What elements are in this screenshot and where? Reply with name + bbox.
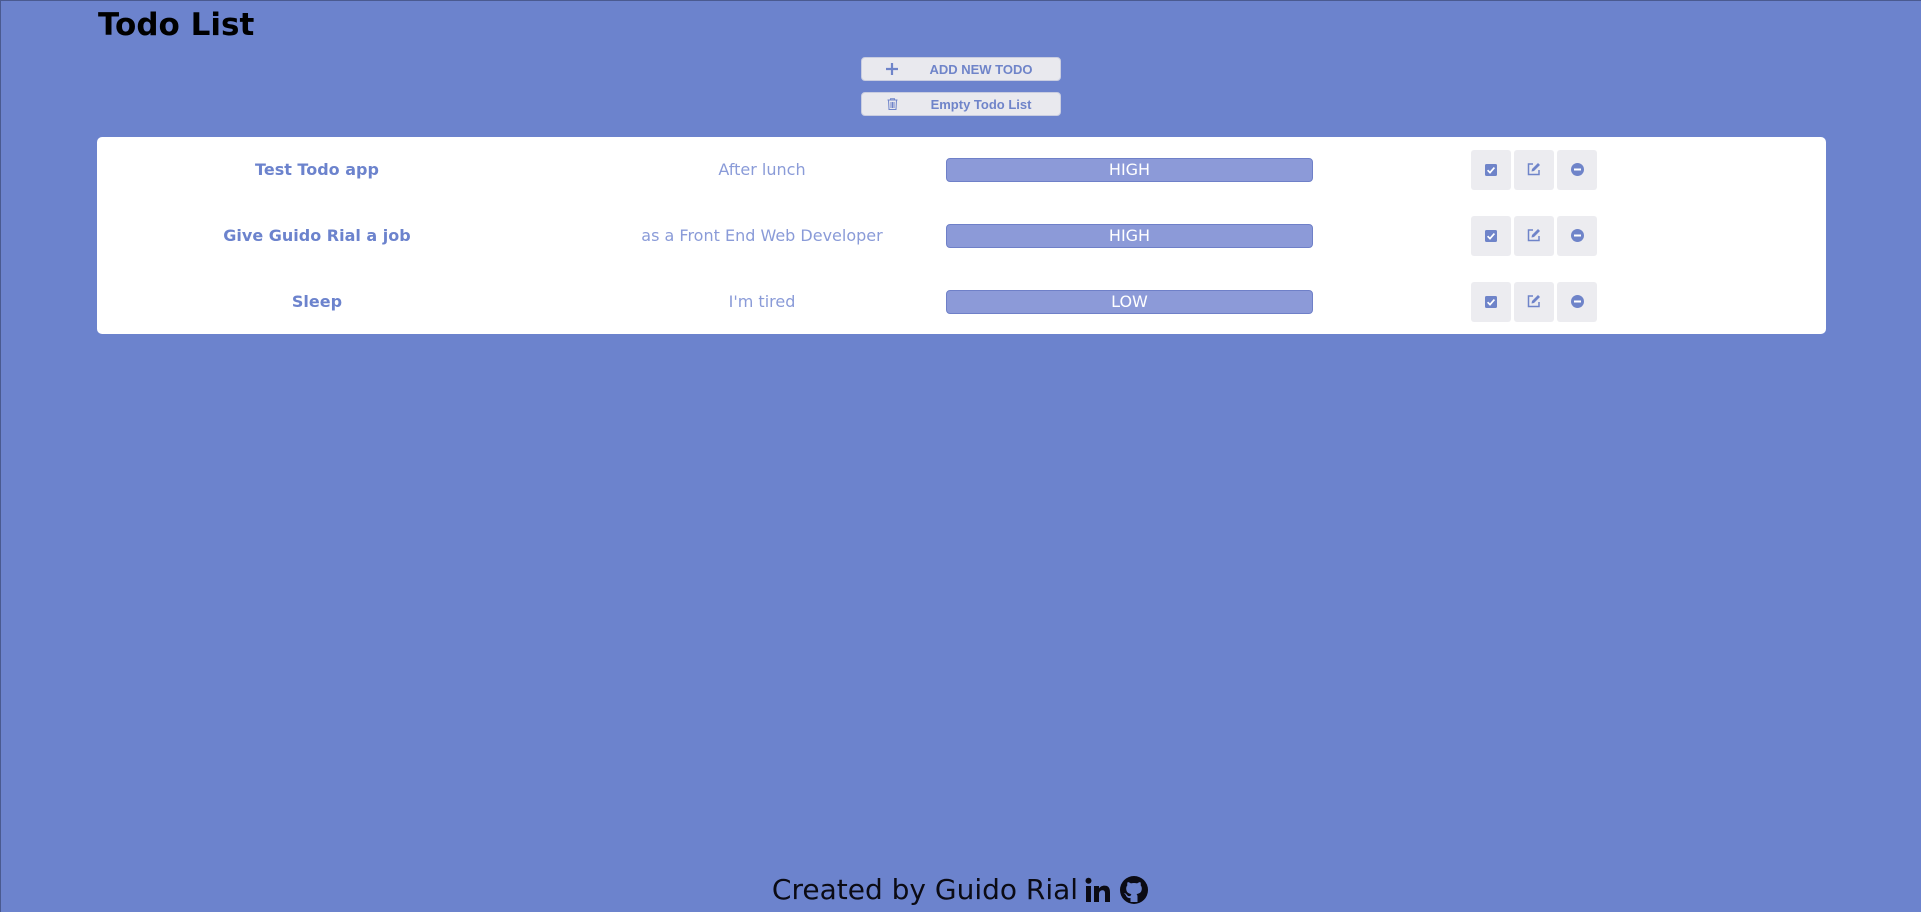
priority-badge: HIGH xyxy=(946,158,1313,182)
remove-todo-button[interactable] xyxy=(1557,216,1597,256)
todo-title: Give Guido Rial a job xyxy=(223,226,411,245)
complete-todo-button[interactable] xyxy=(1471,282,1511,322)
remove-todo-button[interactable] xyxy=(1557,282,1597,322)
footer-credit: Created by Guido Rial xyxy=(771,873,1079,906)
todo-description: I'm tired xyxy=(728,292,796,311)
check-square-icon xyxy=(1485,227,1497,246)
linkedin-icon[interactable] xyxy=(1082,874,1114,906)
empty-todo-list-label: Empty Todo List xyxy=(930,96,1032,112)
todo-row: Test Todo app After lunch HIGH xyxy=(97,150,1826,190)
edit-icon xyxy=(1527,161,1541,180)
todo-description: After lunch xyxy=(718,160,806,179)
todo-list-card: Test Todo app After lunch HIGH Give Guid… xyxy=(97,137,1826,334)
edit-icon xyxy=(1527,293,1541,312)
complete-todo-button[interactable] xyxy=(1471,150,1511,190)
todo-row: Sleep I'm tired LOW xyxy=(97,282,1826,322)
edit-icon xyxy=(1527,227,1541,246)
edit-todo-button[interactable] xyxy=(1514,282,1554,322)
todo-title: Sleep xyxy=(291,292,343,311)
priority-badge: LOW xyxy=(946,290,1313,314)
todo-row: Give Guido Rial a job as a Front End Web… xyxy=(97,216,1826,256)
complete-todo-button[interactable] xyxy=(1471,216,1511,256)
check-square-icon xyxy=(1485,293,1497,312)
plus-icon xyxy=(862,63,922,75)
edit-todo-button[interactable] xyxy=(1514,150,1554,190)
minus-circle-icon xyxy=(1570,227,1584,246)
check-square-icon xyxy=(1485,161,1497,180)
footer: Created by Guido Rial xyxy=(1,873,1921,906)
minus-circle-icon xyxy=(1570,161,1584,180)
todo-description: as a Front End Web Developer xyxy=(641,226,883,245)
priority-badge: HIGH xyxy=(946,224,1313,248)
minus-circle-icon xyxy=(1570,293,1584,312)
github-icon[interactable] xyxy=(1118,874,1150,906)
add-new-todo-label: ADD NEW TODO xyxy=(929,61,1033,77)
empty-todo-list-button[interactable]: Empty Todo List xyxy=(861,92,1061,116)
trash-icon xyxy=(862,98,922,110)
todo-title: Test Todo app xyxy=(255,160,379,179)
page-title: Todo List xyxy=(98,7,255,43)
add-new-todo-button[interactable]: ADD NEW TODO xyxy=(861,57,1061,81)
remove-todo-button[interactable] xyxy=(1557,150,1597,190)
edit-todo-button[interactable] xyxy=(1514,216,1554,256)
